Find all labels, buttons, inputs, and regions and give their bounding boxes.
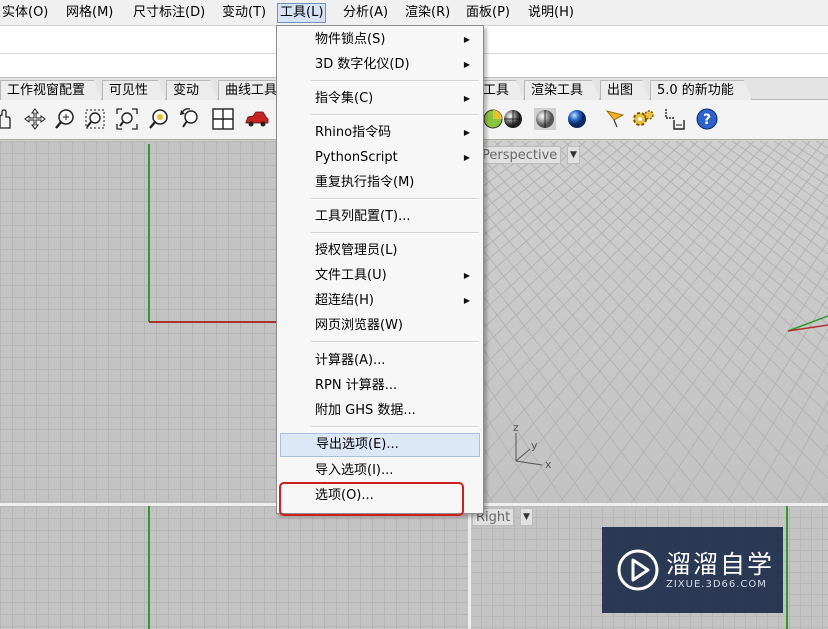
viewport-menu-right-icon[interactable]: ▼ — [520, 508, 533, 526]
menu-tools[interactable]: 工具(L) — [277, 3, 327, 23]
tab-viewport-layout[interactable]: 工作视窗配置 — [0, 80, 102, 100]
play-logo-icon — [617, 549, 659, 591]
menu-analyze[interactable]: 分析(A) — [341, 3, 390, 23]
zoom-selected-icon[interactable] — [146, 106, 172, 132]
submenu-arrow-icon: ▶ — [463, 94, 470, 103]
menu-item-rpn-calculator[interactable]: RPN 计算器... — [280, 374, 480, 398]
zoom-window-icon[interactable] — [82, 106, 108, 132]
pan-hand-icon[interactable] — [0, 106, 18, 132]
settings-gear-icon[interactable] — [630, 106, 656, 132]
menu-item-toolbar-layout[interactable]: 工具列配置(T)... — [280, 205, 480, 229]
tools-dropdown-menu: 物件锁点(S) ▶ 3D 数字化仪(D) ▶ 指令集(C) ▶ Rhino指令码 ▶ P… — [276, 25, 484, 514]
menu-item-options[interactable]: 选项(O)... — [280, 484, 480, 508]
shaded-sphere-icon[interactable] — [500, 106, 526, 132]
menu-render[interactable]: 渲染(R) — [403, 3, 452, 23]
menu-separator — [311, 114, 479, 116]
help-icon[interactable]: ? — [694, 106, 720, 132]
menu-item-license-manager[interactable]: 授权管理员(L) — [280, 239, 480, 263]
submenu-arrow-icon: ▶ — [463, 128, 470, 137]
menu-item-export-options[interactable]: 导出选项(E)... — [280, 433, 480, 457]
axis-label-z: z — [513, 421, 519, 434]
viewport-menu-perspective-icon[interactable]: ▼ — [567, 146, 580, 164]
menu-item-repeat-command[interactable]: 重复执行指令(M) — [280, 171, 480, 195]
menu-item-attach-ghs-data[interactable]: 附加 GHS 数据... — [280, 399, 480, 423]
viewport-front[interactable] — [0, 506, 470, 629]
menu-solid[interactable]: 实体(O) — [0, 3, 50, 23]
menu-transform[interactable]: 变动(T) — [220, 3, 268, 23]
menu-item-pythonscript[interactable]: PythonScript ▶ — [280, 146, 480, 170]
front-view-axes — [148, 506, 150, 629]
submenu-arrow-icon: ▶ — [463, 153, 470, 162]
menu-item-hyperlink[interactable]: 超连结(H) ▶ — [280, 289, 480, 313]
menu-separator — [311, 341, 479, 343]
menu-item-osnap[interactable]: 物件锁点(S) ▶ — [280, 28, 480, 52]
menu-dimension[interactable]: 尺寸标注(D) — [131, 3, 207, 23]
dimension-icon[interactable] — [662, 106, 688, 132]
submenu-arrow-icon: ▶ — [463, 35, 470, 44]
zoom-extents-icon[interactable] — [114, 106, 140, 132]
menu-separator — [311, 232, 479, 234]
viewport-perspective[interactable]: Perspective ▼ z y x — [470, 141, 828, 505]
submenu-arrow-icon: ▶ — [463, 271, 470, 280]
light-icon[interactable] — [602, 106, 628, 132]
zoom-icon[interactable] — [52, 106, 78, 132]
menu-help[interactable]: 说明(H) — [526, 3, 576, 23]
axis-label-y: y — [531, 439, 538, 452]
menu-item-command-sets[interactable]: 指令集(C) ▶ — [280, 87, 480, 111]
menu-item-file-utilities[interactable]: 文件工具(U) ▶ — [280, 264, 480, 288]
tab-new-in-v5[interactable]: 5.0 的新功能 — [650, 80, 752, 100]
svg-text:?: ? — [703, 112, 711, 128]
menu-item-calculator[interactable]: 计算器(A)... — [280, 349, 480, 373]
menu-separator — [311, 80, 479, 82]
four-viewports-icon[interactable] — [210, 106, 236, 132]
rhino-window: 实体(O) 网格(M) 尺寸标注(D) 变动(T) 工具(L) 分析(A) 渲染… — [0, 0, 828, 629]
menu-item-rhinoscript[interactable]: Rhino指令码 ▶ — [280, 121, 480, 145]
menu-item-digitizer[interactable]: 3D 数字化仪(D) ▶ — [280, 53, 480, 77]
tab-render-tools[interactable]: 渲染工具 — [524, 80, 600, 100]
viewport-label-perspective[interactable]: Perspective — [478, 146, 562, 164]
menu-panels[interactable]: 面板(P) — [464, 3, 512, 23]
menu-bar: 实体(O) 网格(M) 尺寸标注(D) 变动(T) 工具(L) 分析(A) 渲染… — [0, 0, 828, 26]
axis-label-x: x — [545, 458, 552, 471]
menu-separator — [311, 426, 479, 428]
menu-item-import-options[interactable]: 导入选项(I)... — [280, 459, 480, 483]
menu-separator — [311, 198, 479, 200]
car-render-icon[interactable] — [244, 106, 270, 132]
ghosted-sphere-icon[interactable] — [532, 106, 558, 132]
submenu-arrow-icon: ▶ — [463, 60, 470, 69]
undo-view-icon[interactable] — [178, 106, 204, 132]
menu-item-web-browser[interactable]: 网页浏览器(W) — [280, 314, 480, 338]
tab-visibility[interactable]: 可见性 — [102, 80, 166, 100]
submenu-arrow-icon: ▶ — [463, 296, 470, 305]
menu-mesh[interactable]: 网格(M) — [64, 3, 115, 23]
watermark-title: 溜溜自学 — [666, 550, 775, 579]
watermark: 溜溜自学 ZIXUE.3D66.COM — [602, 527, 783, 613]
rotate-view-icon[interactable] — [22, 106, 48, 132]
watermark-url: ZIXUE.3D66.COM — [666, 579, 767, 590]
tab-layout[interactable]: 出图 — [600, 80, 650, 100]
tab-transform[interactable]: 变动 — [166, 80, 218, 100]
rendered-sphere-icon[interactable] — [564, 106, 590, 132]
